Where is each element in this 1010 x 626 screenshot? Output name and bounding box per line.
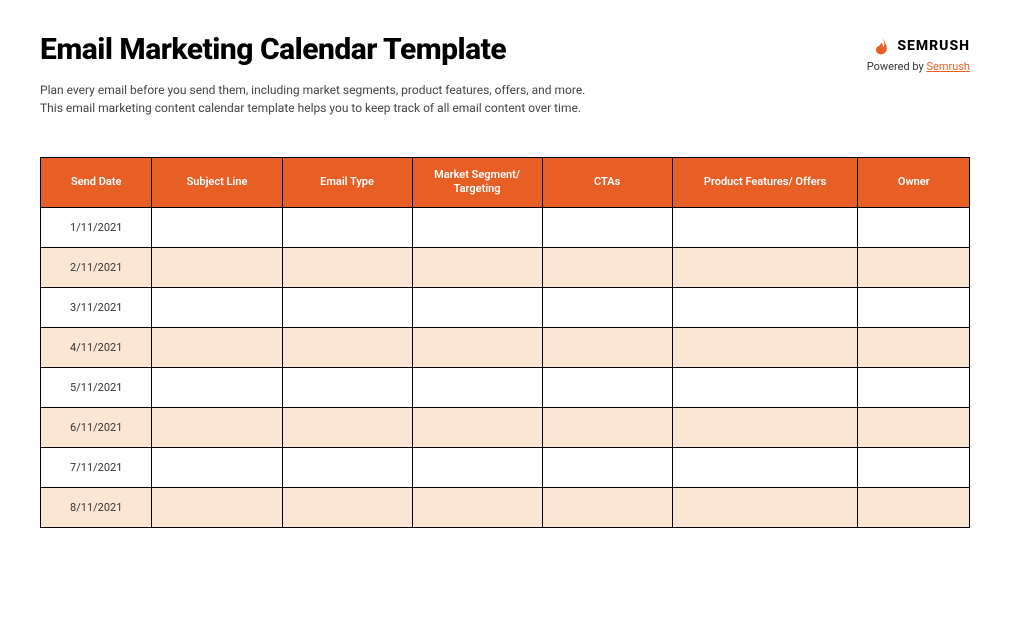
table-row: 4/11/2021: [41, 327, 970, 367]
header-subject-line: Subject Line: [152, 158, 282, 208]
cell-send-date[interactable]: 2/11/2021: [41, 247, 152, 287]
cell-ctas[interactable]: [542, 367, 672, 407]
description-text: Plan every email before you send them, i…: [40, 81, 970, 117]
brand-wordmark: SEMRUSH: [897, 38, 970, 54]
cell-email-type[interactable]: [282, 407, 412, 447]
cell-ctas[interactable]: [542, 407, 672, 447]
cell-send-date[interactable]: 1/11/2021: [41, 207, 152, 247]
cell-subject-line[interactable]: [152, 407, 282, 447]
cell-product-features[interactable]: [672, 287, 858, 327]
cell-send-date[interactable]: 6/11/2021: [41, 407, 152, 447]
cell-ctas[interactable]: [542, 207, 672, 247]
cell-product-features[interactable]: [672, 367, 858, 407]
semrush-fire-icon: [871, 36, 891, 56]
header-ctas: CTAs: [542, 158, 672, 208]
brand-block: SEMRUSH Powered by Semrush: [867, 36, 970, 73]
semrush-link[interactable]: Semrush: [926, 60, 970, 73]
cell-product-features[interactable]: [672, 327, 858, 367]
email-calendar-table: Send Date Subject Line Email Type Market…: [40, 157, 970, 528]
cell-product-features[interactable]: [672, 207, 858, 247]
cell-subject-line[interactable]: [152, 327, 282, 367]
powered-prefix: Powered by: [867, 60, 927, 73]
cell-subject-line[interactable]: [152, 247, 282, 287]
cell-subject-line[interactable]: [152, 287, 282, 327]
table-body: 1/11/20212/11/20213/11/20214/11/20215/11…: [41, 207, 970, 527]
cell-market-segment[interactable]: [412, 367, 542, 407]
cell-ctas[interactable]: [542, 247, 672, 287]
cell-owner[interactable]: [858, 327, 970, 367]
page-title: Email Marketing Calendar Template: [40, 32, 506, 67]
cell-owner[interactable]: [858, 407, 970, 447]
cell-email-type[interactable]: [282, 247, 412, 287]
cell-market-segment[interactable]: [412, 287, 542, 327]
cell-product-features[interactable]: [672, 407, 858, 447]
cell-market-segment[interactable]: [412, 447, 542, 487]
cell-subject-line[interactable]: [152, 447, 282, 487]
table-row: 6/11/2021: [41, 407, 970, 447]
header-email-type: Email Type: [282, 158, 412, 208]
cell-subject-line[interactable]: [152, 367, 282, 407]
cell-owner[interactable]: [858, 207, 970, 247]
cell-email-type[interactable]: [282, 207, 412, 247]
cell-owner[interactable]: [858, 487, 970, 527]
table-row: 3/11/2021: [41, 287, 970, 327]
cell-product-features[interactable]: [672, 447, 858, 487]
cell-ctas[interactable]: [542, 327, 672, 367]
cell-email-type[interactable]: [282, 287, 412, 327]
table-row: 2/11/2021: [41, 247, 970, 287]
cell-email-type[interactable]: [282, 327, 412, 367]
cell-send-date[interactable]: 8/11/2021: [41, 487, 152, 527]
table-row: 7/11/2021: [41, 447, 970, 487]
cell-market-segment[interactable]: [412, 487, 542, 527]
cell-send-date[interactable]: 7/11/2021: [41, 447, 152, 487]
table-row: 5/11/2021: [41, 367, 970, 407]
header-row: Email Marketing Calendar Template SEMRUS…: [40, 32, 970, 73]
header-market-segment: Market Segment/Targeting: [412, 158, 542, 208]
cell-send-date[interactable]: 5/11/2021: [41, 367, 152, 407]
cell-market-segment[interactable]: [412, 327, 542, 367]
cell-owner[interactable]: [858, 287, 970, 327]
cell-send-date[interactable]: 4/11/2021: [41, 327, 152, 367]
cell-ctas[interactable]: [542, 287, 672, 327]
brand-logo: SEMRUSH: [871, 36, 970, 56]
cell-owner[interactable]: [858, 447, 970, 487]
cell-ctas[interactable]: [542, 487, 672, 527]
cell-market-segment[interactable]: [412, 207, 542, 247]
cell-market-segment[interactable]: [412, 407, 542, 447]
cell-product-features[interactable]: [672, 487, 858, 527]
cell-ctas[interactable]: [542, 447, 672, 487]
cell-subject-line[interactable]: [152, 207, 282, 247]
powered-by-line: Powered by Semrush: [867, 60, 970, 73]
cell-market-segment[interactable]: [412, 247, 542, 287]
table-row: 8/11/2021: [41, 487, 970, 527]
cell-subject-line[interactable]: [152, 487, 282, 527]
cell-product-features[interactable]: [672, 247, 858, 287]
header-send-date: Send Date: [41, 158, 152, 208]
cell-email-type[interactable]: [282, 487, 412, 527]
cell-send-date[interactable]: 3/11/2021: [41, 287, 152, 327]
table-row: 1/11/2021: [41, 207, 970, 247]
header-product-features: Product Features/ Offers: [672, 158, 858, 208]
cell-email-type[interactable]: [282, 367, 412, 407]
cell-email-type[interactable]: [282, 447, 412, 487]
cell-owner[interactable]: [858, 367, 970, 407]
header-owner: Owner: [858, 158, 970, 208]
cell-owner[interactable]: [858, 247, 970, 287]
table-header-row: Send Date Subject Line Email Type Market…: [41, 158, 970, 208]
